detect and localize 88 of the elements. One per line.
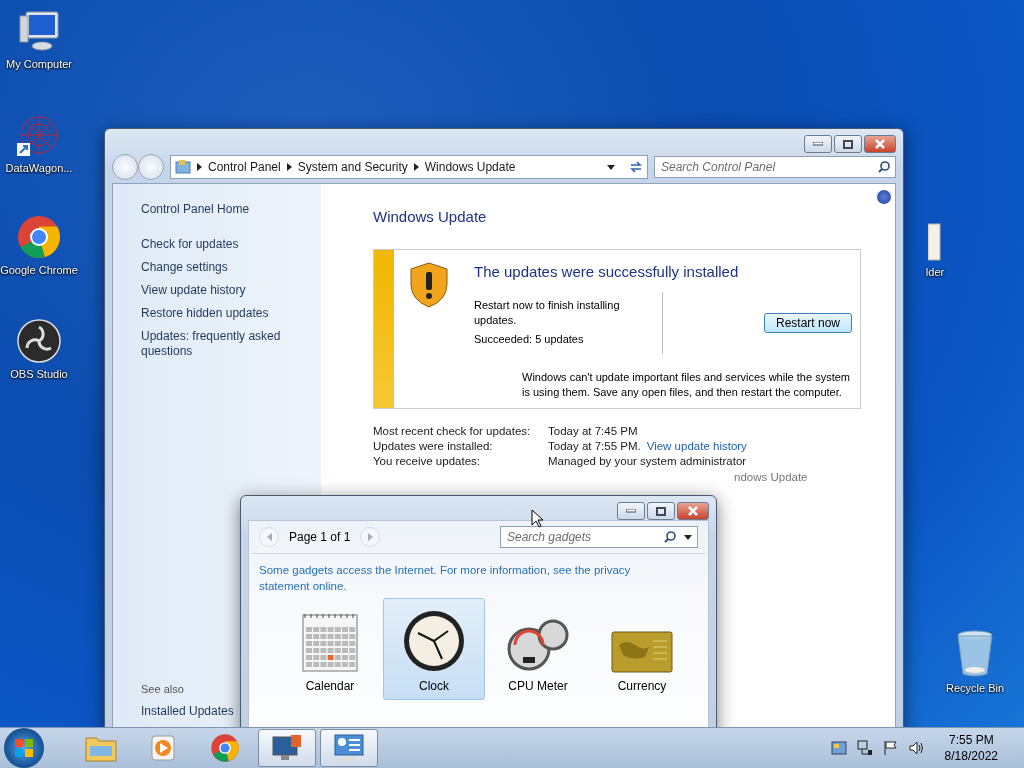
sidebar-link[interactable]: Check for updates — [141, 237, 239, 252]
info-label: ndows Update — [734, 471, 809, 483]
help-icon[interactable] — [877, 190, 891, 204]
taskbar-button[interactable] — [258, 729, 316, 767]
currency-icon — [611, 631, 673, 673]
chrome-icon — [16, 214, 62, 260]
desktop-icon-label[interactable]: Google Chrome — [0, 263, 78, 278]
dropdown-arrow-icon[interactable] — [607, 164, 615, 170]
control-panel-icon — [175, 159, 191, 175]
sidebar-link[interactable]: Installed Updates — [141, 704, 234, 719]
speaker-icon[interactable] — [908, 740, 925, 756]
taskbar-button[interactable] — [320, 729, 378, 767]
gadget-tile[interactable]: Clock — [383, 598, 485, 700]
warning-shield-icon — [410, 262, 448, 308]
minimize-icon — [813, 142, 823, 146]
calendar-icon — [301, 611, 359, 673]
media-player-icon — [149, 734, 177, 762]
page-title: Windows Update — [373, 208, 488, 225]
banner-title: The updates were successfully installed — [474, 263, 740, 282]
taskbar-clock[interactable]: 7:55 PM 8/18/2022 — [944, 732, 998, 764]
cpu-meter-icon — [507, 617, 569, 673]
page-indicator: Page 1 of 1 — [289, 530, 351, 544]
breadcrumb-item[interactable]: System and Security — [297, 160, 408, 174]
desktop-icon-label[interactable]: DataWagon... — [5, 161, 73, 176]
close-button[interactable] — [864, 135, 896, 153]
gadget-tile[interactable]: CPU Meter — [487, 598, 589, 700]
info-label: You receive updates: — [373, 455, 481, 467]
search-icon — [664, 531, 676, 543]
breadcrumb-item[interactable]: Control Panel — [208, 160, 281, 174]
view-history-link[interactable]: View update history — [646, 440, 747, 452]
restart-now-button[interactable]: Restart now — [763, 313, 852, 333]
minimize-icon — [626, 509, 636, 513]
close-button[interactable] — [677, 502, 709, 520]
refresh-icon[interactable] — [629, 160, 643, 174]
folder-icon — [85, 734, 117, 762]
right-arrow-icon — [367, 533, 373, 541]
privacy-notice[interactable]: Some gadgets access the Internet. For more information, see the privacy statement online. — [259, 562, 679, 594]
start-button[interactable] — [4, 728, 44, 768]
close-icon — [687, 506, 699, 516]
windows-logo-icon — [14, 738, 34, 758]
computer-icon — [16, 8, 62, 54]
sidebar-link[interactable]: Restore hidden updates — [141, 306, 269, 321]
sidebar-link[interactable]: Control Panel Home — [141, 202, 250, 217]
info-label: Updates were installed: — [373, 440, 494, 452]
info-value: Managed by your system administrator — [548, 455, 747, 467]
sidebar-link[interactable]: Change settings — [141, 260, 228, 275]
left-arrow-icon — [266, 533, 272, 541]
sidebar-link[interactable]: View update history — [141, 283, 246, 298]
chrome-icon — [210, 733, 240, 763]
folder-icon — [928, 222, 942, 262]
maximize-button[interactable] — [834, 135, 862, 153]
dropdown-arrow-icon[interactable] — [684, 534, 692, 540]
desktop-icon-label[interactable]: My Computer — [6, 57, 72, 72]
gadget-tile[interactable]: Currency — [591, 598, 693, 700]
monitor-icon — [271, 733, 303, 763]
obs-icon — [16, 318, 62, 364]
chevron-icon — [286, 163, 292, 171]
desktop-icon-label[interactable]: OBS Studio — [10, 367, 68, 382]
recycle-bin-icon — [955, 630, 995, 678]
restart-note: Windows can't update important files and services while the system is using them. Save any open files, and then restart the computer. — [521, 370, 851, 400]
minimize-button[interactable] — [804, 135, 832, 153]
info-value: Today at 7:45 PM — [548, 425, 638, 437]
desktop-icon-label[interactable]: lder — [925, 265, 945, 280]
maximize-icon — [656, 506, 666, 516]
address-bar[interactable]: Control Panel System and Security Windows Update — [170, 155, 648, 179]
desktop-icon-label[interactable]: Recycle Bin — [945, 681, 1005, 696]
flag-icon[interactable] — [882, 740, 899, 756]
clock-icon — [402, 609, 466, 673]
succeeded-count: Succeeded: 5 updates — [474, 332, 585, 347]
network-icon[interactable] — [856, 740, 873, 756]
sidebar-link[interactable]: Updates: frequently asked questions — [141, 329, 291, 359]
mouse-cursor-icon — [531, 509, 544, 528]
banner-message: Restart now to finish installing updates. — [474, 298, 621, 328]
action-center-icon[interactable] — [830, 740, 847, 756]
info-label: Most recent check for updates: — [373, 425, 532, 437]
maximize-icon — [843, 139, 853, 149]
info-value: Today at 7:55 PM. — [548, 440, 641, 452]
minimize-button[interactable] — [617, 502, 645, 520]
maximize-button[interactable] — [647, 502, 675, 520]
close-icon — [874, 139, 886, 149]
chevron-icon — [197, 163, 202, 171]
search-icon — [878, 161, 890, 173]
search-field[interactable]: Search Control Panel — [654, 156, 896, 178]
chevron-icon — [413, 163, 419, 171]
gadgets-icon — [333, 733, 365, 763]
gadget-tile[interactable]: Calendar — [279, 598, 381, 700]
breadcrumb-item[interactable]: Windows Update — [424, 160, 516, 174]
search-field[interactable]: Search gadgets — [500, 526, 698, 548]
